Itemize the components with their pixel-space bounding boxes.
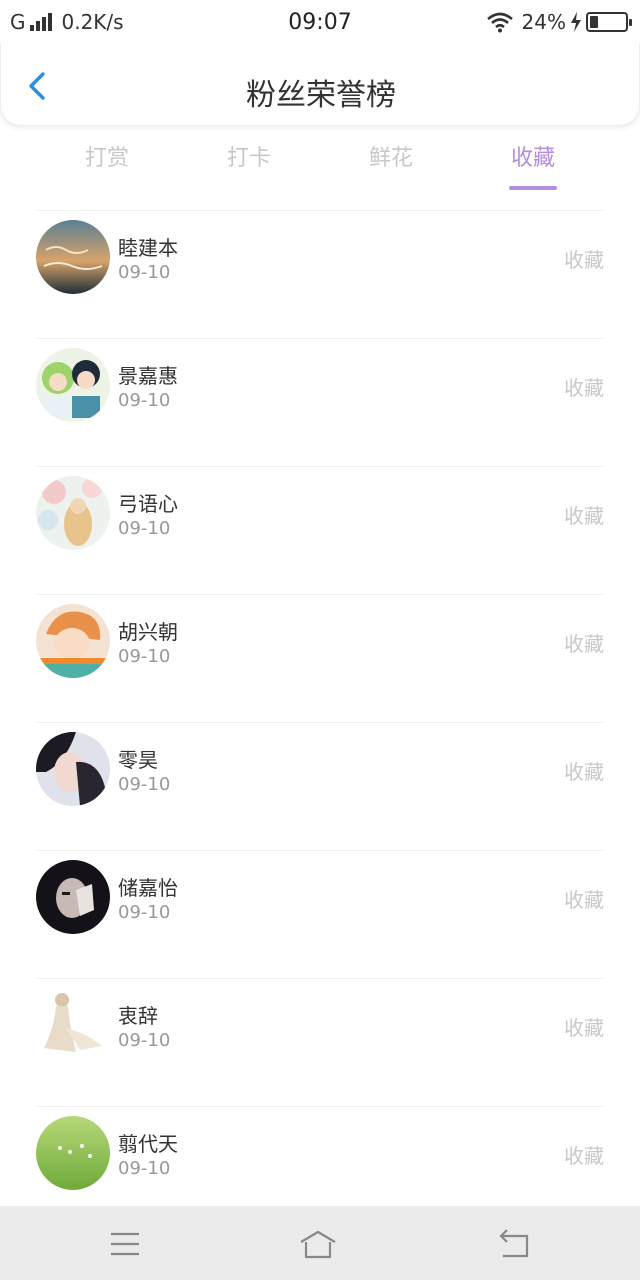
avatar [36, 476, 110, 550]
favorite-label: 收藏 [564, 504, 604, 528]
divider [36, 1106, 604, 1107]
avatar [36, 988, 110, 1062]
battery-percent: 24% [521, 10, 566, 34]
favorite-label: 收藏 [564, 632, 604, 656]
favorite-label: 收藏 [564, 376, 604, 400]
divider [36, 978, 604, 979]
divider [36, 210, 604, 211]
avatar [36, 348, 110, 422]
list-item[interactable]: 景嘉惠 09-10 收藏 [0, 338, 640, 466]
fan-name: 睦建本 [118, 236, 178, 260]
list-item[interactable]: 储嘉怡 09-10 收藏 [0, 850, 640, 978]
fan-date: 09-10 [118, 902, 171, 923]
favorite-label: 收藏 [564, 760, 604, 784]
active-tab-indicator [509, 186, 557, 190]
tab-flowers[interactable]: 鲜花 [331, 140, 451, 172]
avatar [36, 732, 110, 806]
divider [36, 338, 604, 339]
tab-bar: 打赏 打卡 鲜花 收藏 [0, 140, 640, 196]
avatar [36, 860, 110, 934]
fan-date: 09-10 [118, 1158, 171, 1179]
list-item[interactable]: 睦建本 09-10 收藏 [0, 210, 640, 338]
charging-icon [571, 12, 581, 32]
fan-name: 翦代天 [118, 1132, 178, 1156]
favorite-label: 收藏 [564, 1144, 604, 1168]
fan-name: 胡兴朝 [118, 620, 178, 644]
fan-name: 储嘉怡 [118, 876, 178, 900]
system-nav-bar [0, 1206, 640, 1280]
avatar [36, 1116, 110, 1190]
back-icon[interactable] [495, 1224, 535, 1264]
favorite-label: 收藏 [564, 248, 604, 272]
avatar [36, 220, 110, 294]
fan-date: 09-10 [118, 774, 171, 795]
wifi-icon [486, 12, 513, 33]
avatar [36, 604, 110, 678]
fan-list: 睦建本 09-10 收藏 景嘉惠 09-10 收藏 弓语心 09-10 收藏 胡… [0, 210, 640, 1234]
divider [36, 594, 604, 595]
list-item[interactable]: 弓语心 09-10 收藏 [0, 466, 640, 594]
fan-name: 零昊 [118, 748, 158, 772]
fan-name: 景嘉惠 [118, 364, 178, 388]
list-item[interactable]: 衷辞 09-10 收藏 [0, 978, 640, 1106]
fan-date: 09-10 [118, 262, 171, 283]
divider [36, 850, 604, 851]
divider [36, 466, 604, 467]
tab-reward[interactable]: 打赏 [47, 140, 167, 172]
divider [36, 722, 604, 723]
fan-name: 弓语心 [118, 492, 178, 516]
favorite-label: 收藏 [564, 888, 604, 912]
fan-date: 09-10 [118, 646, 171, 667]
status-right: 24% [486, 9, 632, 35]
page-title: 粉丝荣誉榜 [246, 78, 396, 113]
favorite-label: 收藏 [564, 1016, 604, 1040]
menu-icon[interactable] [105, 1224, 145, 1264]
tab-favorites[interactable]: 收藏 [473, 140, 593, 172]
fan-date: 09-10 [118, 390, 171, 411]
battery-icon [586, 12, 632, 32]
fan-date: 09-10 [118, 1030, 171, 1051]
app-header: 粉丝荣誉榜 [0, 44, 640, 126]
status-bar: G 0.2K/s 09:07 24% [0, 0, 640, 44]
list-item[interactable]: 胡兴朝 09-10 收藏 [0, 594, 640, 722]
home-icon[interactable] [298, 1224, 338, 1264]
list-item[interactable]: 零昊 09-10 收藏 [0, 722, 640, 850]
tab-checkin[interactable]: 打卡 [189, 140, 309, 172]
fan-name: 衷辞 [118, 1004, 158, 1028]
fan-date: 09-10 [118, 518, 171, 539]
